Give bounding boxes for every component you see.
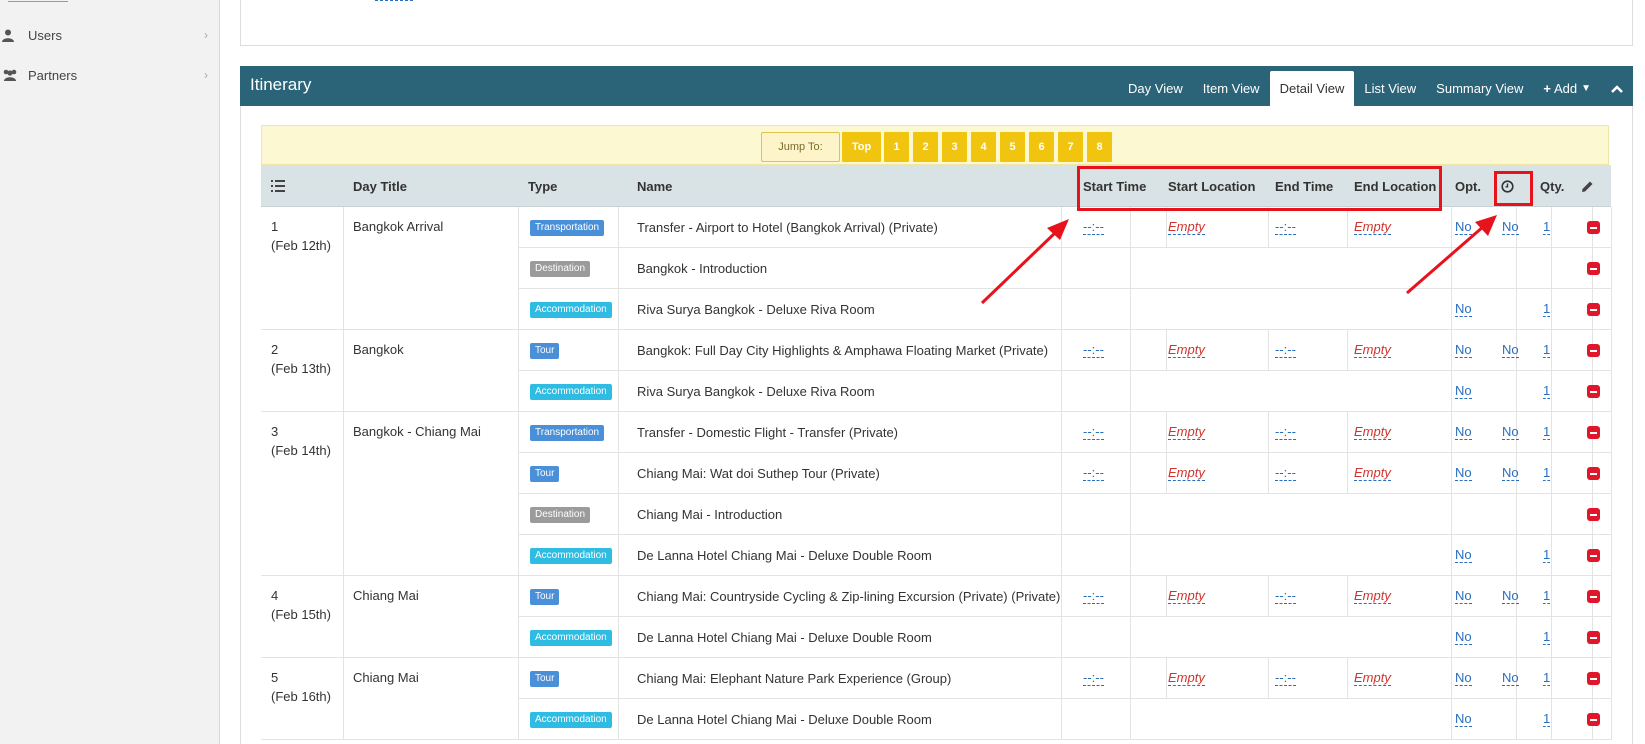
annotation-arrows	[980, 215, 1497, 305]
annotation-arrow-2	[1406, 215, 1497, 295]
annotation-arrow-1	[980, 219, 1069, 305]
